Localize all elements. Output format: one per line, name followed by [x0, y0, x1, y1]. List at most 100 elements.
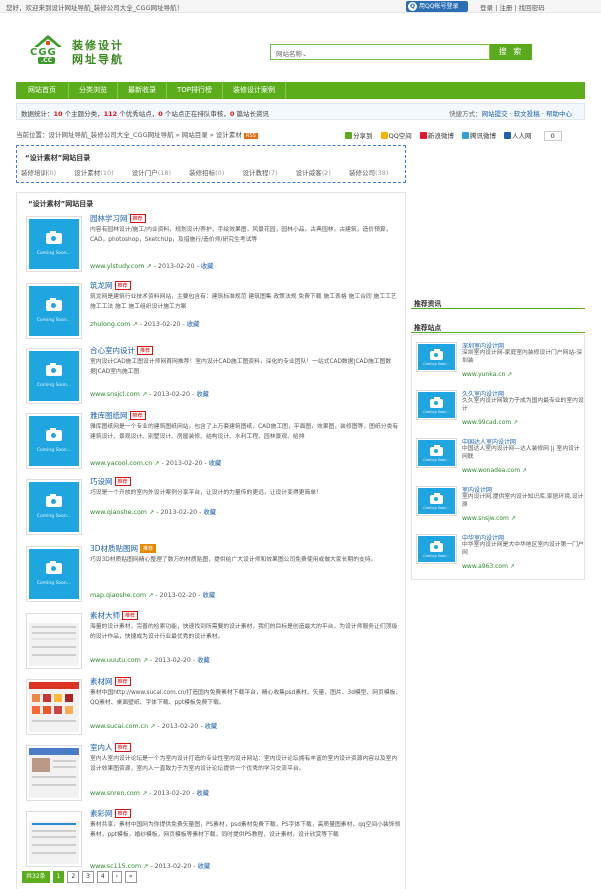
favorite-link[interactable]: 收藏	[187, 321, 200, 328]
favorite-link[interactable]: 收藏	[198, 863, 211, 870]
site-url[interactable]: www.uuutu.com	[90, 657, 141, 664]
site-url[interactable]: www.snsjcl.com	[90, 391, 140, 398]
site-name-link[interactable]: 素材网 推荐	[90, 676, 131, 687]
share-renren[interactable]: 人人网	[504, 132, 532, 140]
qq-login-button[interactable]: Q 用QQ帐号登录	[406, 1, 468, 12]
nav-top[interactable]: TOP排行榜	[167, 82, 224, 99]
sidebar-site-thumbnail[interactable]: Coming Soon...	[416, 438, 457, 468]
site-meta: www.snsjcl.com ↗ - 2013-02-20 - 收藏	[90, 391, 209, 398]
screenshot-image	[29, 682, 79, 732]
site-name-link[interactable]: 素材大师 推荐	[90, 610, 139, 621]
site-thumbnail[interactable]: Coming Soon...	[26, 546, 82, 602]
camera-icon	[46, 494, 62, 507]
site-screenshot[interactable]	[26, 811, 82, 867]
list-item: 素材网 推荐 素材中国http://www.sucai.com.cn/打造国内免费素…	[26, 676, 404, 738]
share-weibo[interactable]: 新浪微博	[419, 132, 454, 140]
site-description: 内容有园林设计/施工/内业资料，规划设计/养护，手绘效果图，风景花园，园林小品，…	[90, 227, 392, 243]
site-url[interactable]: zhulong.com	[90, 321, 130, 328]
search-input[interactable]: 网站名称⌄	[270, 44, 490, 60]
share-renren-text: 人人网	[512, 132, 532, 140]
sidebar-site-thumbnail[interactable]: Coming Soon...	[416, 534, 457, 564]
sidebar-site-desc: 中国达人室内设计网—达人装修网 || 室内设计网联	[462, 446, 580, 460]
site-screenshot[interactable]	[26, 613, 82, 669]
sidebar-site-thumbnail[interactable]: Coming Soon...	[416, 342, 457, 372]
site-name-link[interactable]: 室内人 推荐	[90, 742, 131, 753]
site-url[interactable]: map.qiaoshe.com	[90, 592, 146, 599]
favorite-link[interactable]: 收藏	[209, 460, 222, 467]
stats-sites-label: 个优秀站点，	[117, 110, 159, 118]
category-item[interactable]: 设计素材(10)	[74, 167, 113, 177]
site-name-link[interactable]: 素彩网 推荐	[90, 808, 131, 819]
nav-cases[interactable]: 装修设计案例	[223, 82, 287, 99]
site-thumbnail[interactable]: Coming Soon...	[26, 348, 82, 404]
category-item[interactable]: 装修培训(0)	[21, 167, 56, 177]
sidebar-site-url[interactable]: www.snsjw.com	[462, 515, 509, 522]
coming-soon-text: Coming Soon...	[36, 383, 72, 388]
nav-home[interactable]: 网站首页	[16, 82, 69, 99]
site-name-link[interactable]: 筑龙网 推荐	[90, 280, 131, 291]
account-links[interactable]: 登录 | 注册 | 找回密码	[480, 2, 545, 12]
breadcrumb-text[interactable]: 当前位置：设计网址导航_装修公司大全_CGG网址导航 » 网站目录 » 设计素材	[16, 131, 242, 139]
pager-page[interactable]: 2	[67, 871, 80, 883]
favorite-link[interactable]: 收藏	[203, 592, 216, 599]
favorite-link[interactable]: 收藏	[203, 509, 216, 516]
site-url[interactable]: www.qiaoshe.com	[90, 509, 147, 516]
recommend-badge: 推荐	[129, 214, 146, 223]
sidebar-site-thumbnail[interactable]: Coming Soon...	[416, 486, 457, 516]
site-name-link[interactable]: 巧设网 推荐	[90, 476, 131, 487]
site-name-link[interactable]: 合心室内设计 推荐	[90, 345, 154, 356]
placeholder-image: Coming Soon...	[418, 344, 455, 370]
category-item[interactable]: 装修公司(38)	[349, 167, 388, 177]
list-item: 素材大师 推荐 海量的设计素材，完善的检索功能，快速找到所需要的设计素材，我们的目标…	[26, 610, 404, 672]
share-tqq[interactable]: 腾讯微博	[461, 132, 496, 140]
category-item[interactable]: 设计教程(7)	[242, 167, 277, 177]
site-thumbnail[interactable]: Coming Soon...	[26, 413, 82, 469]
site-name-link[interactable]: 雅库图纸网 推荐	[90, 410, 146, 421]
search-button[interactable]: 搜 索	[490, 44, 532, 60]
pager-last[interactable]: »	[124, 871, 137, 883]
site-name-link[interactable]: 园林学习网 推荐	[90, 213, 146, 224]
site-description: 巧设是一个开放的室内外设计案例分享平台，让设计的力量传的更远，让设计变得更简单！	[90, 490, 322, 496]
external-link-icon: ↗	[510, 515, 516, 522]
site-url[interactable]: www.ylstudy.com	[90, 263, 144, 270]
site-screenshot[interactable]	[26, 745, 82, 801]
nav-categories[interactable]: 分类浏览	[69, 82, 118, 99]
external-link-icon: ↗	[148, 592, 154, 599]
site-url[interactable]: www.snren.com	[90, 790, 140, 797]
logo-domain: .CC	[38, 57, 56, 64]
site-logo[interactable]: CGG .CC	[28, 34, 68, 68]
site-thumbnail[interactable]: Coming Soon...	[26, 283, 82, 339]
pager-page[interactable]: 1	[52, 871, 65, 883]
share-label[interactable]: 分享到	[345, 132, 373, 140]
sidebar-site-url[interactable]: www.99cad.com	[462, 419, 511, 426]
favorite-link[interactable]: 收藏	[196, 391, 209, 398]
pager-page[interactable]: 3	[82, 871, 94, 883]
nav-latest[interactable]: 最新收录	[118, 82, 167, 99]
favorite-link[interactable]: 收藏	[205, 723, 218, 730]
pager-page[interactable]: 4	[96, 871, 109, 883]
sidebar-site-url[interactable]: www.wonadea.com	[462, 467, 520, 474]
sidebar-site-url[interactable]: www.yunka.cn	[462, 371, 505, 378]
placeholder-image: Coming Soon...	[29, 351, 79, 401]
top-bar: 您好，欢迎来到设计网址导航_装修公司大全_CGG网址导航！ Q 用QQ帐号登录 …	[0, 0, 601, 13]
site-url[interactable]: www.sc115.com	[90, 863, 141, 870]
favorite-link[interactable]: 收藏	[197, 657, 210, 664]
sidebar-site-thumbnail[interactable]: Coming Soon...	[416, 390, 457, 420]
site-thumbnail[interactable]: Coming Soon...	[26, 216, 82, 272]
rss-badge[interactable]: RSS	[243, 133, 258, 139]
site-screenshot[interactable]	[26, 679, 82, 735]
pager-next[interactable]: ›	[111, 871, 122, 883]
site-url[interactable]: www.sucai.com.cn	[90, 723, 148, 730]
sidebar-site-url[interactable]: www.a963.com	[462, 563, 508, 570]
site-thumbnail[interactable]: Coming Soon...	[26, 479, 82, 535]
favorite-link[interactable]: 收藏	[196, 790, 209, 797]
category-item[interactable]: 设计门户(18)	[132, 167, 171, 177]
favorite-link[interactable]: 收藏	[201, 263, 214, 270]
category-item[interactable]: 装修招标(0)	[189, 167, 224, 177]
search-type-select[interactable]: 网站名称⌄	[276, 48, 307, 58]
quick-links-items[interactable]: 网站提交 · 软文投稿 · 帮助中心	[482, 110, 572, 118]
site-name-link[interactable]: 3D材质贴图网 推荐	[90, 543, 157, 554]
category-item[interactable]: 设计威客(2)	[296, 167, 331, 177]
share-qzone[interactable]: QQ空间	[380, 132, 412, 140]
site-url[interactable]: www.yacool.com.cn	[90, 460, 152, 467]
